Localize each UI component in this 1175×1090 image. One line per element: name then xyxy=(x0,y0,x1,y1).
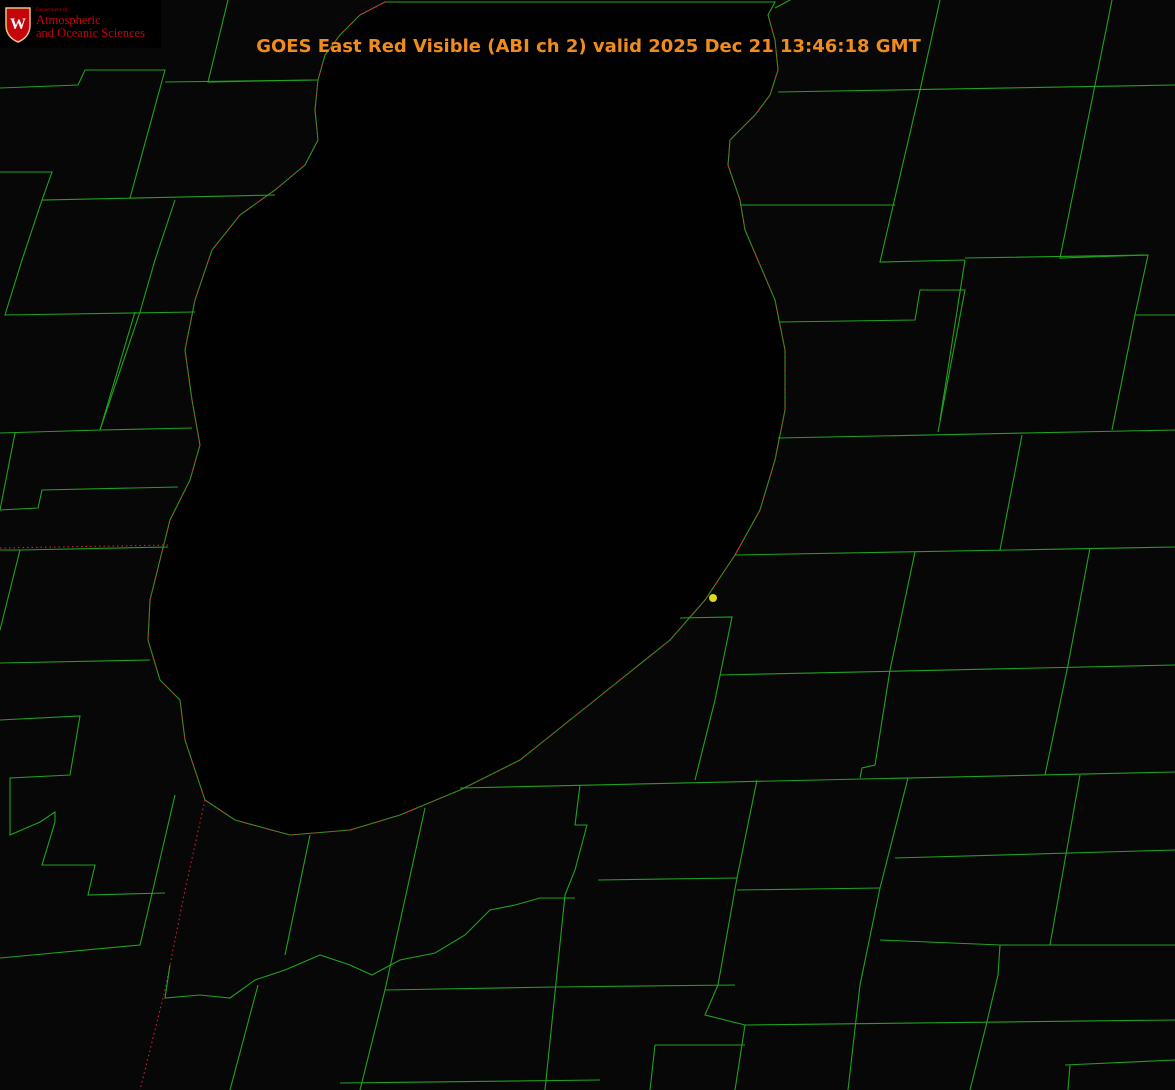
logo-line1: Atmospheric xyxy=(36,12,101,27)
crest-letter: W xyxy=(10,16,26,33)
location-marker[interactable] xyxy=(709,594,717,602)
satellite-map xyxy=(0,0,1175,1090)
satellite-image-viewer: W Department of Atmospheric and Oceanic … xyxy=(0,0,1175,1090)
image-title: GOES East Red Visible (ABI ch 2) valid 2… xyxy=(256,36,921,57)
